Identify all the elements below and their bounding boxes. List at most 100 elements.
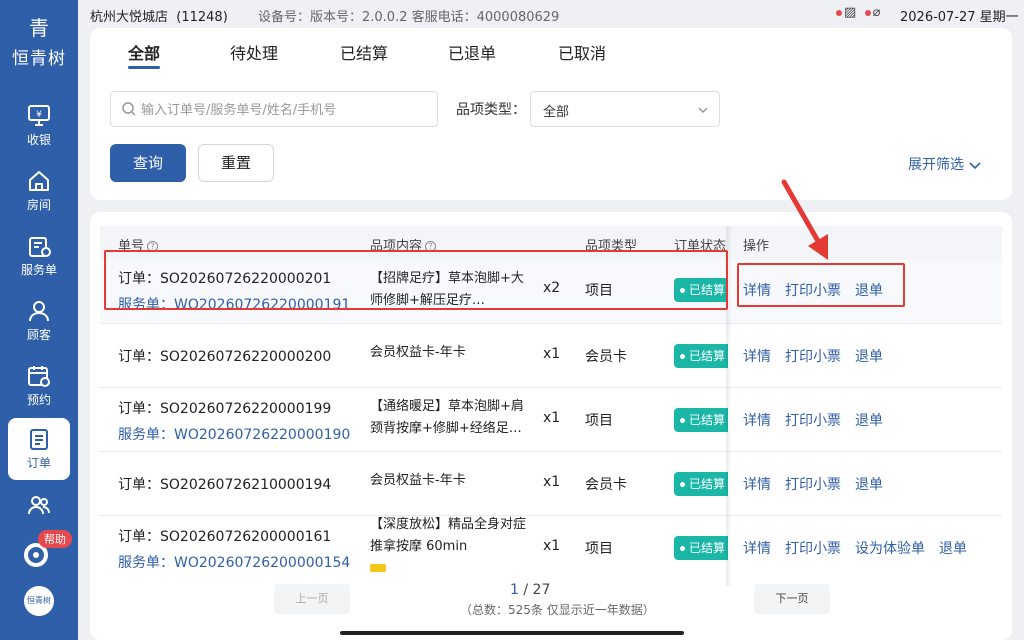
order-icon — [30, 429, 48, 450]
item-content: 【深度放松】精品全身对症推拿按摩 60min — [370, 514, 530, 580]
item-type: 会员卡 — [585, 349, 627, 365]
annotation-box-actions — [737, 263, 905, 307]
sidebar-item-label: 订单 — [26, 456, 51, 470]
brand-name: 恒青树 — [12, 49, 66, 69]
order-number: 订单：SO20260726220000200 — [118, 349, 332, 365]
svg-text:¥: ¥ — [36, 110, 42, 120]
page-indicator: 1 / 27 — [510, 582, 551, 598]
item-qty: x1 — [543, 538, 561, 554]
annotation-arrow-icon — [781, 179, 828, 260]
item-type-select[interactable]: 全部 — [530, 91, 720, 127]
item-tag-icon — [370, 564, 386, 572]
status-badge: 已结算 — [674, 344, 728, 368]
item-type: 会员卡 — [585, 477, 627, 493]
order-cell: 订单：SO20260726220000199 服务单：WO20260726220… — [118, 398, 350, 444]
store-name: 杭州大悦城店 (11248) — [90, 10, 228, 25]
alert-dot-icon — [836, 9, 842, 16]
table-row: 订单：SO20260726220000200 会员权益卡-年卡 x1 会员卡 已… — [100, 324, 1002, 388]
tab-all[interactable]: 全部 — [128, 40, 160, 64]
home-icon — [29, 171, 49, 191]
item-content: 【通络暖足】草本泡脚+肩颈背按摩+修脚+经络足… — [370, 399, 524, 436]
calendar-icon — [28, 366, 50, 387]
user-icon — [29, 301, 49, 322]
item-type-label: 品项类型： — [456, 102, 526, 118]
store-id: (11248) — [176, 10, 228, 25]
tab-refunded[interactable]: 已退单 — [448, 40, 496, 64]
header-actions: 操作 — [743, 239, 770, 254]
table-row: 订单：SO20260726200000161 服务单：WO20260726200… — [100, 516, 1002, 576]
status-bar: 杭州大悦城店 (11248) 设备号：版本号：2.0.0.2 客服电话：4000… — [78, 0, 1024, 28]
item-content: 会员权益卡-年卡 — [370, 473, 466, 488]
item-qty: x1 — [543, 410, 561, 426]
sidebar-item-label: 预约 — [26, 393, 51, 407]
print-receipt-link[interactable]: 打印小票 — [785, 413, 841, 429]
refund-link[interactable]: 退单 — [939, 541, 967, 557]
reset-button[interactable]: 重置 — [198, 144, 274, 182]
print-receipt-link[interactable]: 打印小票 — [785, 477, 841, 493]
alert-dot-icon — [864, 9, 871, 16]
print-receipt-link[interactable]: 打印小票 — [785, 541, 841, 557]
cashier-icon: ¥ — [28, 105, 50, 126]
chevron-down-icon — [698, 107, 708, 114]
order-number: 订单：SO20260726210000194 — [118, 477, 332, 493]
sidebar-item-cashier[interactable]: ¥ 收银 — [8, 95, 70, 157]
item-qty: x1 — [543, 346, 561, 362]
printer-off-icon: ▨ — [844, 5, 857, 20]
query-button[interactable]: 查询 — [110, 144, 186, 182]
detail-link[interactable]: 详情 — [743, 477, 771, 493]
help-badge[interactable]: 帮助 — [38, 530, 72, 548]
status-badge: 已结算 — [674, 536, 728, 560]
item-type: 项目 — [585, 413, 613, 429]
sidebar-item-service-order[interactable]: 服务单 — [8, 225, 70, 287]
print-receipt-link[interactable]: 打印小票 — [785, 349, 841, 365]
sidebar-item-orders[interactable]: 订单 — [8, 418, 70, 480]
detail-link[interactable]: 详情 — [743, 413, 771, 429]
order-cell: 订单：SO20260726200000161 服务单：WO20260726200… — [118, 526, 350, 572]
prev-page-button[interactable]: 上一页 — [274, 584, 350, 614]
status-icons: ▨ ⌀ — [836, 5, 880, 20]
row-actions: 详情 打印小票 退单 — [743, 410, 897, 430]
status-badge: 已结算 — [674, 472, 728, 496]
detail-link[interactable]: 详情 — [743, 541, 771, 557]
search-box[interactable] — [110, 91, 438, 127]
filter-panel: 全部 待处理 已结算 已退单 已取消 品项类型： 全部 查询 重置 展开筛选 — [90, 28, 1012, 200]
tab-active-indicator — [128, 66, 160, 69]
row-actions: 详情 打印小票 退单 — [743, 474, 897, 494]
sidebar-item-label: 收银 — [26, 133, 51, 147]
table-row: 订单：SO20260726220000199 服务单：WO20260726220… — [100, 388, 1002, 452]
tab-cancelled[interactable]: 已取消 — [558, 40, 606, 64]
status-badge: 已结算 — [674, 408, 728, 432]
annotation-box-row — [104, 250, 728, 310]
home-indicator — [340, 631, 684, 635]
logo-mark: 青 — [29, 16, 49, 40]
expand-filter-button[interactable]: 展开筛选 — [908, 154, 982, 174]
refund-link[interactable]: 退单 — [855, 349, 883, 365]
row-actions: 详情 打印小票 退单 — [743, 346, 897, 366]
set-trial-order-link[interactable]: 设为体验单 — [855, 541, 925, 557]
group-icon — [28, 496, 50, 515]
next-page-button[interactable]: 下一页 — [754, 584, 830, 614]
order-cell: 订单：SO20260726210000194 — [118, 474, 331, 494]
total-count: （总数：525条 仅显示近一年数据） — [460, 603, 655, 617]
sidebar-item-label: 服务单 — [20, 263, 57, 277]
detail-link[interactable]: 详情 — [743, 349, 771, 365]
sidebar: 青 恒青树 ¥ 收银 房间 服务单 顾客 预约 订单 帮助 恒青树 — [0, 0, 78, 640]
tab-pending[interactable]: 待处理 — [230, 40, 278, 64]
search-input[interactable] — [141, 98, 431, 122]
brand-logo: 青 恒青树 — [0, 18, 78, 69]
sidebar-item-room[interactable]: 房间 — [8, 160, 70, 222]
sidebar-item-group[interactable] — [8, 484, 70, 524]
sidebar-item-appointment[interactable]: 预约 — [8, 355, 70, 417]
bottom-logo: 恒青树 — [24, 586, 54, 616]
item-qty: x1 — [543, 474, 561, 490]
refund-link[interactable]: 退单 — [855, 477, 883, 493]
refund-link[interactable]: 退单 — [855, 413, 883, 429]
sidebar-item-label: 顾客 — [26, 328, 51, 342]
service-number[interactable]: 服务单：WO20260726200000154 — [118, 552, 350, 572]
service-number[interactable]: 服务单：WO20260726220000190 — [118, 424, 350, 444]
tab-settled[interactable]: 已结算 — [340, 40, 388, 64]
table-row: 订单：SO20260726210000194 会员权益卡-年卡 x1 会员卡 已… — [100, 452, 1002, 516]
sidebar-item-customer[interactable]: 顾客 — [8, 290, 70, 352]
order-cell: 订单：SO20260726220000200 — [118, 346, 331, 366]
item-content: 会员权益卡-年卡 — [370, 345, 466, 360]
